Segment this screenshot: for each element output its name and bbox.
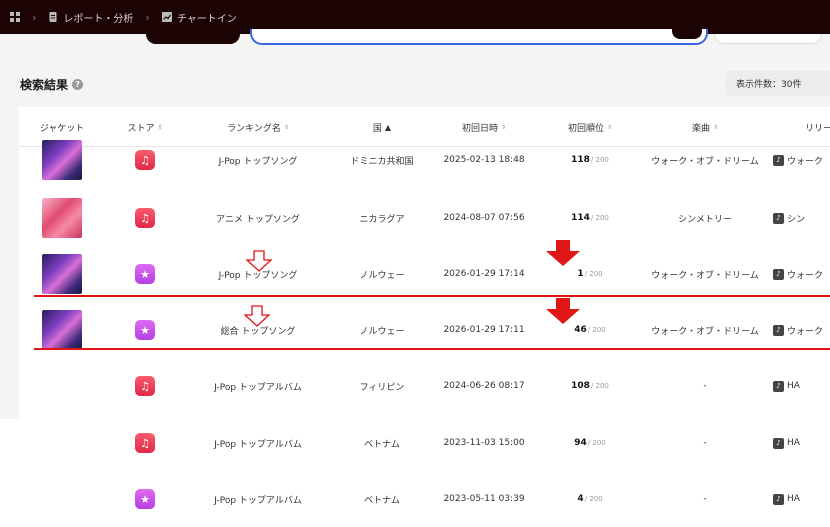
results-heading: 検索結果 ? [20,76,84,93]
highlight-line-top [34,295,830,297]
cell-jacket [19,132,105,188]
cell-country: ノルウェー [359,270,405,281]
chart-icon [161,12,172,22]
table-row[interactable]: ♫ J-Pop トップアルバム ベトナム 2023-11-03 15:00 94… [19,415,830,471]
cell-store: ♫ [105,415,185,471]
cell-jacket [19,190,105,246]
results-title: 検索結果 [20,78,69,92]
cell-song[interactable]: ウォーク・オブ・ドリーム [645,132,765,188]
cell-jacket [19,471,105,527]
cell-first-rank: 114/ 200 [571,213,609,223]
cell-release[interactable]: ♪ ウォーク [773,132,830,188]
toolbar-button[interactable] [714,34,822,44]
cell-song[interactable]: ウォーク・オブ・ドリーム [645,246,765,302]
music-note-icon: ♪ [773,380,784,392]
cell-first-date: 2024-06-26 08:17 [443,381,525,391]
apple-music-icon: ♫ [135,433,155,453]
music-note-icon: ♪ [773,324,784,336]
album-jacket[interactable] [42,140,82,180]
sort-icon: ⇕ [712,123,719,131]
itunes-icon: ★ [135,320,155,340]
breadcrumb-item-chart-in: チャートイン [176,13,237,25]
chevron-right-icon: › [145,10,150,24]
cell-first-date: 2023-11-03 15:00 [443,438,525,448]
table-row[interactable]: ♫ J-Pop トップアルバム フィリピン 2024-06-26 08:17 1… [19,358,830,414]
cell-first-rank: 94/ 200 [574,438,606,448]
cell-store: ★ [105,471,185,527]
cell-release[interactable]: ♪ ウォーク [773,246,830,302]
sort-ascending-icon: ▲ [384,122,392,132]
cell-store: ♫ [105,132,185,188]
album-jacket[interactable] [42,310,82,350]
album-jacket[interactable] [42,198,82,238]
cell-country: ベトナム [364,495,400,506]
chevron-right-icon: › [32,10,37,24]
cell-store: ♫ [105,190,185,246]
sort-icon: ⇕ [606,123,613,131]
cell-country: ドミニカ共和国 [350,156,414,167]
table-row[interactable]: ★ J-Pop トップソング ノルウェー 2026-01-29 17:14 1/… [19,246,830,302]
cell-ranking: アニメ トップソング [216,214,300,225]
music-note-icon: ♪ [773,212,784,224]
cell-song[interactable]: - [645,415,765,471]
cell-store: ★ [105,246,185,302]
cell-first-rank: 118/ 200 [571,155,609,165]
cell-country: ニカラグア [359,214,405,225]
red-arrow-icon [546,240,580,266]
cell-store: ♫ [105,358,185,414]
help-icon[interactable]: ? [72,79,84,90]
cell-ranking: J-Pop トップアルバム [214,495,302,506]
red-arrow-icon [546,298,580,324]
album-jacket[interactable] [42,254,82,294]
cell-first-date: 2023-05-11 03:39 [443,494,525,504]
breadcrumb: › レポート・分析 › チャートイン [10,10,237,25]
outline-arrow-icon [244,305,270,327]
cell-jacket [19,246,105,302]
cell-release[interactable]: ♪ シン [773,190,830,246]
breadcrumb-item-report[interactable]: レポート・分析 [63,10,133,25]
apple-music-icon: ♫ [135,376,155,396]
cell-song[interactable]: シンメトリー [645,190,765,246]
sort-icon: ⇕ [500,123,507,131]
cell-first-rank: 108/ 200 [571,381,609,391]
cell-country: ベトナム [364,439,400,450]
table-row[interactable]: ♫ アニメ トップソング ニカラグア 2024-08-07 07:56 114/… [19,190,830,246]
filter-button[interactable] [146,34,240,44]
page-size-select[interactable]: 表示件数：30件 [726,71,830,96]
search-input[interactable] [250,29,708,45]
search-button[interactable] [672,29,702,39]
itunes-icon: ★ [135,489,155,509]
cell-release[interactable]: ♪ HA [773,415,830,471]
dashboard-icon[interactable] [10,12,20,22]
cell-first-date: 2025-02-13 18:48 [443,155,525,165]
cell-release[interactable]: ♪ HA [773,471,830,527]
music-note-icon: ♪ [773,493,784,505]
table-row[interactable]: ★ J-Pop トップアルバム ベトナム 2023-05-11 03:39 4/… [19,471,830,527]
outline-arrow-icon [246,250,272,272]
cell-country: フィリピン [359,382,405,393]
cell-song[interactable]: - [645,358,765,414]
music-note-icon: ♪ [773,437,784,449]
cell-first-rank: 4/ 200 [577,494,603,504]
apple-music-icon: ♫ [135,208,155,228]
cell-ranking: J-Pop トップアルバム [214,382,302,393]
highlight-line-bottom [34,348,830,350]
table-row[interactable]: ♫ J-Pop トップソング ドミニカ共和国 2025-02-13 18:48 … [19,132,830,188]
cell-release[interactable]: ♪ HA [773,358,830,414]
sort-icon: ⇕ [283,123,289,131]
cell-jacket [19,358,105,414]
results-table: ジャケット ストア ⇕ ランキング名 ⇕ 国 ▲ 初回日時 ⇕ 初回順位 ⇕ 楽曲 ⇕ リリ… [19,107,830,525]
cell-jacket [19,415,105,471]
music-note-icon: ♪ [773,154,784,166]
itunes-icon: ★ [135,264,155,284]
apple-music-icon: ♫ [135,150,155,170]
cell-ranking: J-Pop トップソング [218,156,298,167]
music-note-icon: ♪ [773,268,784,280]
sort-icon: ⇕ [157,123,163,131]
document-icon [49,12,57,22]
cell-ranking: J-Pop トップアルバム [214,439,302,450]
cell-first-date: 2026-01-29 17:14 [443,269,525,279]
cell-song[interactable]: - [645,471,765,527]
cell-first-date: 2024-08-07 07:56 [443,213,525,223]
